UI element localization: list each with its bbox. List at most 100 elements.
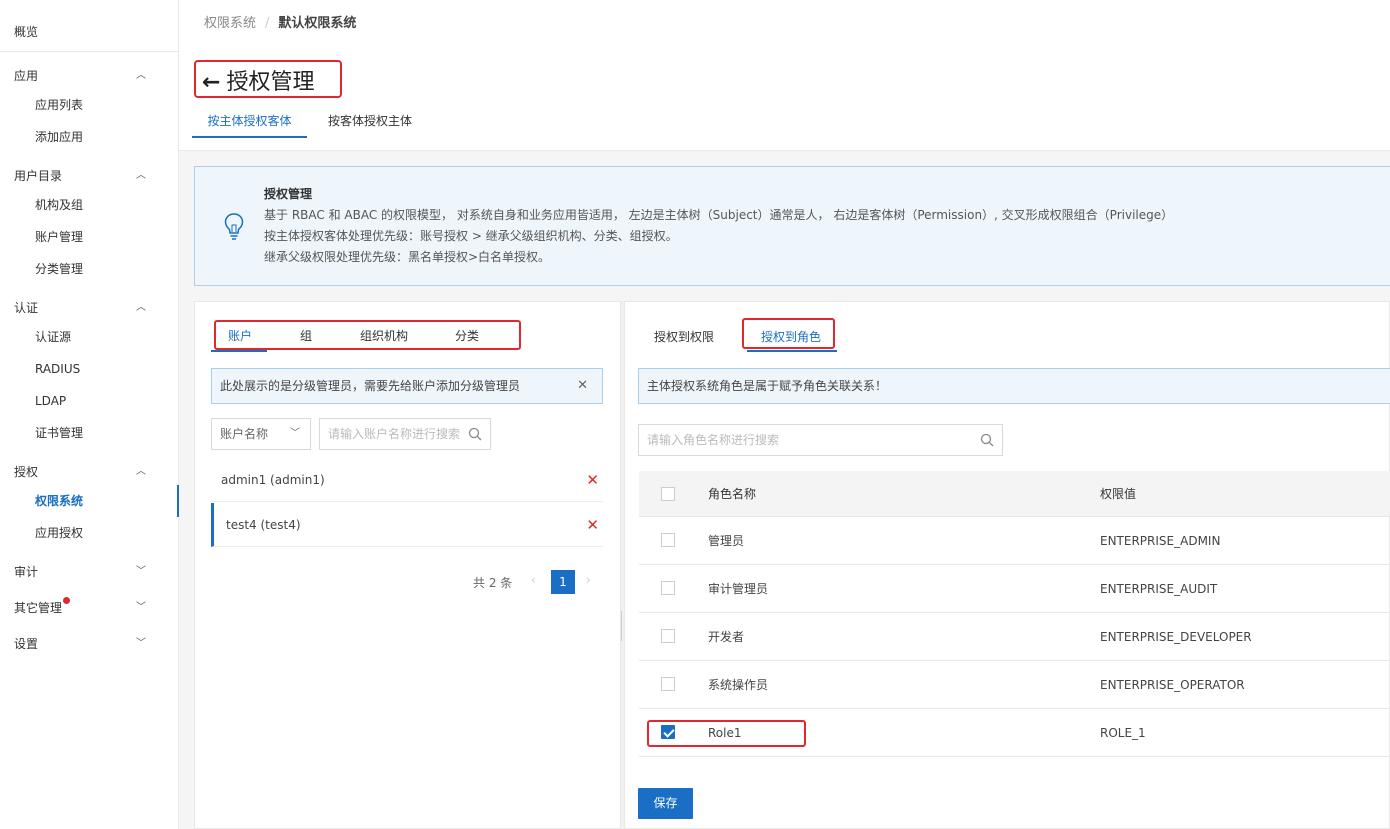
delete-icon[interactable]: ✕: [586, 458, 599, 502]
page-title-text: 授权管理: [226, 70, 315, 95]
sidebar-group-other[interactable]: 其它管理 ﹀: [0, 597, 178, 618]
pagination-total: 共 2 条: [473, 576, 513, 590]
info-banner: 授权管理 基于 RBAC 和 ABAC 的权限模型， 对系统自身和业务应用皆适用…: [194, 166, 1390, 286]
info-line: 继承父级权限处理优先级：黑名单授权>白名单授权。: [264, 250, 551, 264]
sidebar-group-label: 设置: [14, 637, 39, 651]
close-icon[interactable]: ✕: [577, 369, 588, 403]
search-field-select[interactable]: 账户名称 ﹀: [211, 418, 311, 450]
page-header: 权限系统 / 默认权限系统 ← 授权管理 按主体授权客体 按客体授权主体: [179, 0, 1390, 151]
tab-subject-to-object[interactable]: 按主体授权客体: [192, 112, 307, 138]
sidebar-group-label: 认证: [14, 301, 39, 315]
table-row[interactable]: 管理员 ENTERPRISE_ADMIN: [639, 517, 1390, 565]
table-row[interactable]: Role1 ROLE_1: [639, 709, 1390, 757]
account-search-input[interactable]: 请输入账户名称进行搜索: [319, 418, 491, 450]
column-header-role-name: 角色名称: [708, 487, 757, 501]
select-all-checkbox[interactable]: [661, 487, 675, 501]
sidebar-group-user-directory[interactable]: 用户目录 ︿: [0, 166, 178, 186]
sidebar-group-auth[interactable]: 认证 ︿: [0, 298, 178, 318]
table-row[interactable]: 系统操作员 ENTERPRISE_OPERATOR: [639, 661, 1390, 709]
tab-organizations[interactable]: 组织机构: [360, 327, 408, 344]
delete-icon[interactable]: ✕: [586, 503, 599, 547]
row-checkbox[interactable]: [661, 533, 675, 547]
chevron-up-icon: ︿: [136, 466, 146, 477]
sidebar-group-label: 应用: [14, 69, 39, 83]
chevron-down-icon: ﹀: [136, 638, 146, 649]
role-name: 系统操作员: [708, 678, 769, 692]
tab-object-to-subject[interactable]: 按客体授权主体: [315, 112, 425, 138]
role-search-input[interactable]: 请输入角色名称进行搜索: [638, 424, 1003, 456]
row-checkbox[interactable]: [661, 581, 675, 595]
main-content: 权限系统 / 默认权限系统 ← 授权管理 按主体授权客体 按客体授权主体 授权管理 基…: [179, 0, 1390, 829]
breadcrumb: 权限系统 / 默认权限系统: [204, 12, 356, 31]
search-placeholder: 请输入账户名称进行搜索: [328, 427, 461, 441]
permission-value: ENTERPRISE_OPERATOR: [1100, 678, 1245, 692]
tab-groups[interactable]: 组: [300, 327, 312, 344]
sidebar-item-app-list[interactable]: 应用列表: [0, 94, 178, 116]
column-header-permission-value: 权限值: [1100, 487, 1137, 501]
role-notice: 主体授权系统角色是属于赋予角色关联关系！: [638, 368, 1390, 404]
chevron-down-icon: ﹀: [136, 566, 146, 577]
sidebar-group-app[interactable]: 应用 ︿: [0, 66, 178, 86]
breadcrumb-current: 默认权限系统: [278, 16, 357, 31]
page-title: ← 授权管理: [202, 64, 314, 96]
tab-underline: [747, 350, 837, 352]
subject-notice: 此处展示的是分级管理员，需要先给账户添加分级管理员 ✕: [211, 368, 603, 404]
permission-value: ENTERPRISE_DEVELOPER: [1100, 630, 1252, 644]
sidebar-item-radius[interactable]: RADIUS: [0, 358, 178, 380]
sidebar-item-certificates[interactable]: 证书管理: [0, 422, 178, 444]
info-title: 授权管理: [264, 187, 313, 201]
tab-categories[interactable]: 分类: [455, 327, 479, 344]
table-row[interactable]: 开发者 ENTERPRISE_DEVELOPER: [639, 613, 1390, 661]
account-row-selected[interactable]: test4 (test4) ✕: [211, 503, 603, 547]
search-placeholder: 请输入角色名称进行搜索: [647, 433, 780, 447]
info-line: 基于 RBAC 和 ABAC 的权限模型， 对系统自身和业务应用皆适用， 左边是…: [264, 208, 1174, 222]
sidebar-item-org-groups[interactable]: 机构及组: [0, 194, 178, 216]
role-name: 开发者: [708, 630, 745, 644]
breadcrumb-separator: /: [265, 16, 270, 31]
tab-underline: [211, 350, 267, 352]
tab-assign-roles[interactable]: 授权到角色: [761, 328, 821, 345]
row-checkbox[interactable]: [661, 677, 675, 691]
sidebar-item-ldap[interactable]: LDAP: [0, 390, 178, 412]
permission-value: ENTERPRISE_ADMIN: [1100, 534, 1221, 548]
info-text: 授权管理 基于 RBAC 和 ABAC 的权限模型， 对系统自身和业务应用皆适用…: [264, 184, 1173, 268]
sidebar-group-settings[interactable]: 设置 ﹀: [0, 634, 178, 654]
chevron-up-icon: ︿: [136, 170, 146, 181]
chevron-right-icon[interactable]: ›: [586, 573, 591, 587]
page-number[interactable]: 1: [551, 570, 575, 594]
back-arrow-icon[interactable]: ←: [202, 70, 220, 95]
save-button[interactable]: 保存: [638, 788, 693, 819]
row-checkbox-checked[interactable]: [661, 725, 675, 739]
search-icon[interactable]: [980, 433, 994, 447]
sidebar-item-permission-system[interactable]: 权限系统: [0, 490, 178, 512]
tab-assign-permissions[interactable]: 授权到权限: [654, 328, 714, 345]
tab-accounts[interactable]: 账户: [228, 327, 252, 344]
sidebar-group-authorization[interactable]: 授权 ︿: [0, 462, 178, 482]
breadcrumb-parent[interactable]: 权限系统: [204, 16, 256, 31]
sidebar-item-auth-source[interactable]: 认证源: [0, 326, 178, 348]
sidebar-item-add-app[interactable]: 添加应用: [0, 126, 178, 148]
chevron-down-icon: ﹀: [290, 428, 300, 439]
sidebar-group-label: 授权: [14, 465, 39, 479]
sidebar-group-label: 审计: [14, 565, 39, 579]
sidebar-item-categories[interactable]: 分类管理: [0, 258, 178, 280]
row-checkbox[interactable]: [661, 629, 675, 643]
sidebar: 概览 应用 ︿ 应用列表 添加应用 用户目录 ︿ 机构及组 账户管理 分类管理 认证…: [0, 0, 179, 829]
account-row[interactable]: admin1 (admin1) ✕: [211, 458, 603, 502]
role-name: 审计管理员: [708, 582, 769, 596]
permission-value: ROLE_1: [1100, 726, 1146, 740]
table-row[interactable]: 审计管理员 ENTERPRISE_AUDIT: [639, 565, 1390, 613]
search-icon[interactable]: [468, 427, 482, 441]
chevron-down-icon: ﹀: [136, 602, 146, 613]
notification-dot-icon: [63, 597, 71, 604]
notice-text: 此处展示的是分级管理员，需要先给账户添加分级管理员: [220, 379, 521, 393]
sidebar-group-audit[interactable]: 审计 ﹀: [0, 562, 178, 582]
sidebar-item-overview[interactable]: 概览: [0, 0, 178, 52]
sidebar-item-accounts[interactable]: 账户管理: [0, 226, 178, 248]
permission-value: ENTERPRISE_AUDIT: [1100, 582, 1218, 596]
object-panel: 授权到权限 授权到角色 主体授权系统角色是属于赋予角色关联关系！ 请输入角色名称…: [624, 301, 1390, 829]
sidebar-item-app-authorization[interactable]: 应用授权: [0, 522, 178, 544]
chevron-left-icon[interactable]: ‹: [531, 573, 536, 587]
select-value: 账户名称: [220, 427, 269, 441]
subject-panel: 账户 组 组织机构 分类 此处展示的是分级管理员，需要先给账户添加分级管理员 ✕…: [194, 301, 621, 829]
